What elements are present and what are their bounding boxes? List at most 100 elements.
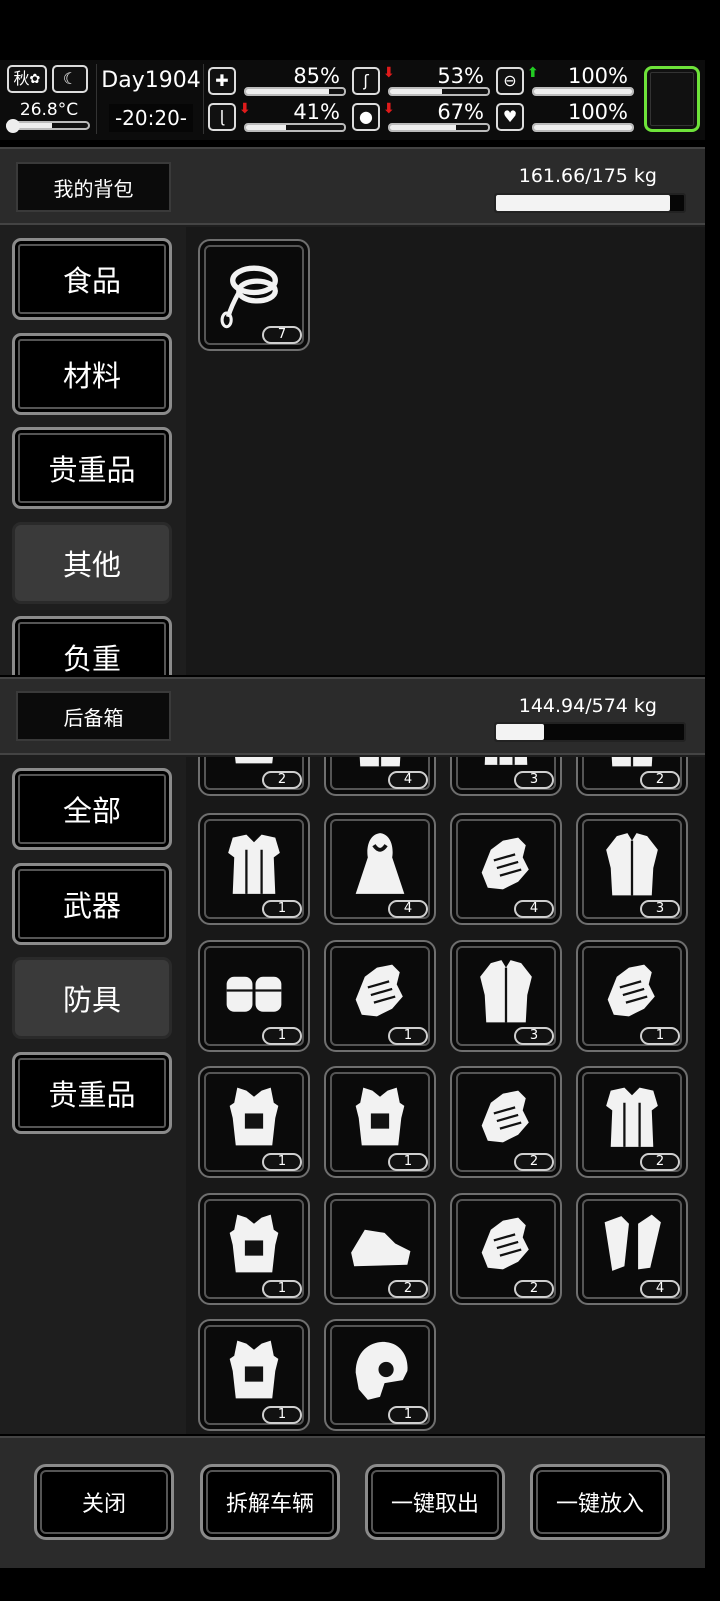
item-slot[interactable]: 1 xyxy=(198,1066,310,1178)
item-slot[interactable]: 1 xyxy=(198,1319,310,1431)
item-quantity: 2 xyxy=(640,771,680,789)
item-slot[interactable]: 2 xyxy=(450,1192,562,1305)
item-slot[interactable]: 3 xyxy=(450,939,562,1052)
thermometer-fill xyxy=(8,123,52,128)
knee-pads-icon xyxy=(226,976,282,1012)
category-2-button[interactable]: 武器 xyxy=(12,862,172,945)
sleep-bar xyxy=(532,87,634,96)
item-quantity: 1 xyxy=(388,1406,428,1424)
item-slot[interactable]: 1 xyxy=(198,813,310,925)
helmet-icon xyxy=(355,1341,408,1400)
backpack-section: 我的背包 161.66/175 kg 食品材料贵重品其他负重 7 xyxy=(0,147,705,675)
thirst-bar xyxy=(388,123,490,132)
mood-bar-fill xyxy=(534,125,632,130)
item-slot[interactable]: 1 xyxy=(324,1066,436,1178)
trunk-weight: 144.94/574 kg xyxy=(518,695,657,717)
item-quantity: 4 xyxy=(388,771,428,789)
thirst-percent: 67% xyxy=(437,100,484,124)
backpack-header: 我的背包 161.66/175 kg xyxy=(0,147,705,225)
hooded-cloak-icon xyxy=(355,833,405,894)
item-slot[interactable]: 4 xyxy=(324,757,436,796)
item-quantity: 2 xyxy=(514,1153,554,1171)
take-all-button[interactable]: 一键取出 xyxy=(365,1464,505,1540)
tactical-gloves-icon xyxy=(607,964,655,1016)
clock-time: -20:20- xyxy=(109,104,193,132)
knuckle-gloves-icon xyxy=(481,1217,529,1269)
item-quantity: 1 xyxy=(640,1026,680,1045)
sleep-percent: 100% xyxy=(567,64,628,88)
backpack-title: 我的背包 xyxy=(16,162,171,212)
harness-armor-icon xyxy=(229,1214,279,1272)
store-all-button[interactable]: 一键放入 xyxy=(530,1464,670,1540)
item-quantity: 2 xyxy=(262,771,302,789)
item-slot[interactable]: 2 xyxy=(198,757,310,796)
menu-button[interactable] xyxy=(644,66,700,132)
chest-armor-icon xyxy=(229,1340,279,1399)
dismantle-vehicle-button[interactable]: 拆解车辆 xyxy=(200,1464,340,1540)
category-4-button[interactable]: 其他 xyxy=(12,521,172,604)
item-slot[interactable]: 3 xyxy=(450,757,562,796)
category-5-button[interactable]: 负重 xyxy=(12,616,172,675)
health-bar xyxy=(244,87,346,96)
item-slot[interactable]: 4 xyxy=(324,813,436,925)
item-slot[interactable]: 2 xyxy=(576,1066,688,1178)
backpack-load-fill xyxy=(496,195,670,211)
arrow-up-icon: ⬆ xyxy=(527,65,539,81)
action-footer: 关闭 拆解车辆 一键取出 一键放入 xyxy=(0,1436,705,1568)
category-4-button[interactable]: 贵重品 xyxy=(12,1051,172,1134)
trunk-load-bar xyxy=(494,722,686,742)
category-3-button[interactable]: 贵重品 xyxy=(12,427,172,509)
trunk-title: 后备箱 xyxy=(16,691,171,741)
stamina-bar-fill xyxy=(246,125,287,130)
pill-icon: ⊖ xyxy=(496,67,524,95)
item-quantity: 2 xyxy=(640,1153,680,1171)
close-button[interactable]: 关闭 xyxy=(34,1464,174,1540)
item-slot[interactable]: 1 xyxy=(324,1319,436,1431)
item-slot[interactable]: 1 xyxy=(324,939,436,1052)
heart-icon: ♥ xyxy=(496,103,524,131)
item-quantity: 1 xyxy=(262,1026,302,1045)
item-quantity: 3 xyxy=(514,771,554,789)
category-3-button[interactable]: 防具 xyxy=(12,957,172,1039)
status-bar-area xyxy=(0,0,705,60)
backpack-item-grid: 7 xyxy=(186,227,705,675)
category-1-button[interactable]: 全部 xyxy=(12,768,172,850)
arrow-down-icon: ⬇ xyxy=(383,65,395,81)
backpack-category-list: 食品材料贵重品其他负重 xyxy=(0,227,184,675)
item-quantity: 1 xyxy=(262,1406,302,1424)
item-slot[interactable]: 2 xyxy=(576,757,688,796)
item-slot[interactable]: 3 xyxy=(576,813,688,925)
plate-carrier-icon xyxy=(229,1087,279,1146)
thirst-bar-fill xyxy=(390,125,456,130)
stomach-icon: ʃ xyxy=(352,67,380,95)
category-1-button[interactable]: 食品 xyxy=(12,238,172,320)
item-slot[interactable]: 4 xyxy=(576,1192,688,1305)
category-2-button[interactable]: 材料 xyxy=(12,332,172,415)
spiked-boots-icon xyxy=(351,1229,411,1266)
item-slot[interactable]: 1 xyxy=(576,939,688,1052)
season-label: 秋 xyxy=(13,69,30,88)
item-quantity: 4 xyxy=(514,900,554,918)
item-quantity: 1 xyxy=(388,1026,428,1045)
item-quantity: 2 xyxy=(514,1279,554,1298)
long-coat-icon xyxy=(480,959,532,1022)
item-slot[interactable]: 1 xyxy=(198,939,310,1052)
health-bar-fill xyxy=(246,89,330,94)
trunk-load-fill xyxy=(496,724,544,740)
mood-bar xyxy=(532,123,634,132)
day-time-panel: Day1904 -20:20- xyxy=(96,64,204,134)
item-quantity: 1 xyxy=(262,1279,302,1298)
item-slot[interactable]: 2 xyxy=(450,1066,562,1178)
item-quantity: 4 xyxy=(640,1279,680,1298)
hunger-bar xyxy=(388,87,490,96)
item-slot[interactable]: 1 xyxy=(198,1192,310,1305)
fingerless-gloves-icon xyxy=(355,964,403,1016)
mood-percent: 100% xyxy=(567,100,628,124)
item-slot[interactable]: 2 xyxy=(324,1192,436,1305)
item-slot[interactable]: 7 xyxy=(198,239,310,351)
item-quantity: 7 xyxy=(262,326,302,344)
stamina-percent: 41% xyxy=(293,100,340,124)
hunger-percent: 53% xyxy=(437,64,484,88)
item-slot[interactable]: 4 xyxy=(450,813,562,925)
item-quantity: 1 xyxy=(262,900,302,918)
